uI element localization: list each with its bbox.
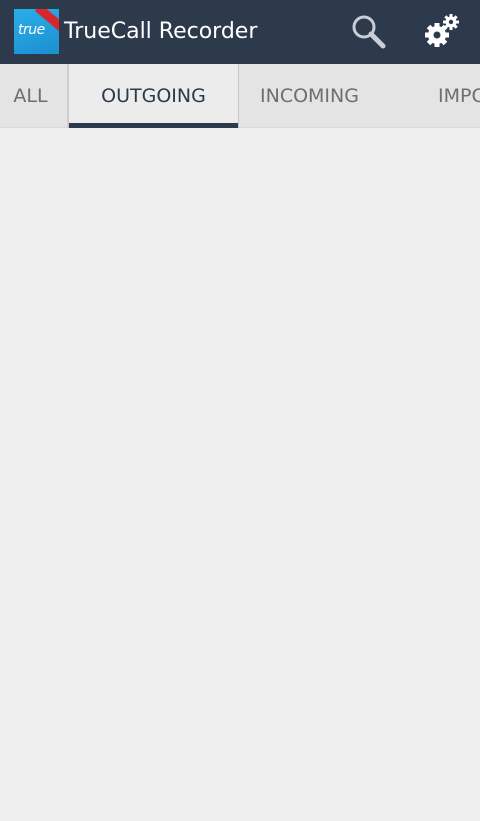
tab-all[interactable]: ALL — [0, 64, 68, 128]
search-button[interactable] — [344, 8, 392, 56]
app-logo-text: true — [18, 22, 45, 38]
tab-bar: ALL OUTGOING INCOMING IMPO — [0, 64, 480, 128]
recordings-list-empty — [0, 128, 480, 821]
search-icon — [352, 15, 386, 49]
settings-button[interactable] — [418, 8, 466, 56]
action-bar: true TrueCall Recorder — [0, 0, 480, 64]
app-screen: true TrueCall Recorder ALL OUTGOING INCO… — [0, 0, 480, 821]
tab-incoming-label: INCOMING — [260, 85, 359, 107]
tab-outgoing[interactable]: OUTGOING — [68, 64, 239, 128]
tab-important[interactable]: IMPO — [438, 64, 480, 128]
app-logo-icon[interactable]: true — [14, 9, 59, 54]
app-title: TrueCall Recorder — [64, 19, 258, 44]
tab-important-label: IMPO — [438, 85, 480, 107]
tab-all-label: ALL — [13, 85, 48, 107]
tab-outgoing-label: OUTGOING — [101, 85, 206, 107]
settings-gears-icon — [425, 14, 459, 47]
tab-incoming[interactable]: INCOMING — [239, 64, 380, 128]
